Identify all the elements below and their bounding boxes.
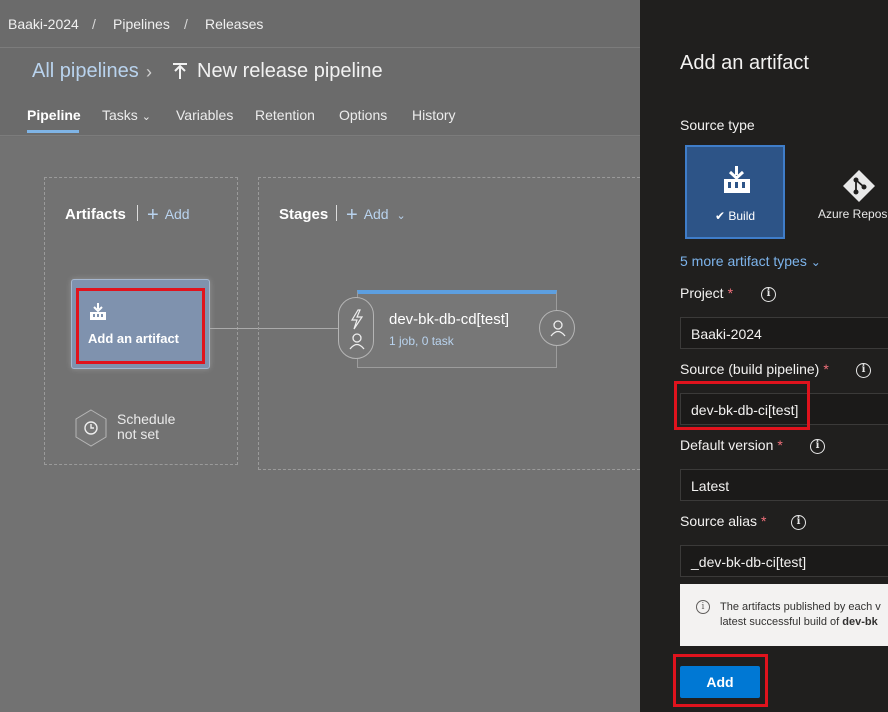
source-label: Source (build pipeline) * xyxy=(680,361,829,377)
breadcrumb-pipelines[interactable]: Pipelines xyxy=(113,16,170,32)
artifacts-title: Artifacts xyxy=(65,206,126,223)
person-icon xyxy=(550,320,566,337)
source-alias-label: Source alias * xyxy=(680,513,767,529)
tab-pipeline[interactable]: Pipeline xyxy=(27,107,81,123)
add-artifact-link[interactable]: + Add xyxy=(147,202,190,226)
info-line-bold: dev-bk xyxy=(842,616,878,628)
info-line: latest successful build of dev-bk xyxy=(720,615,881,630)
source-type-label: Source type xyxy=(680,117,755,133)
project-label: Project * xyxy=(680,285,733,301)
plus-icon: + xyxy=(147,204,159,226)
post-deployment-conditions[interactable] xyxy=(539,310,575,346)
all-pipelines-link[interactable]: All pipelines xyxy=(32,60,139,83)
source-type-azure-repos[interactable]: Azure Repos xyxy=(810,145,888,239)
tab-variables[interactable]: Variables xyxy=(176,107,233,123)
info-icon[interactable]: i xyxy=(761,287,776,302)
azure-repos-label: Azure Repos xyxy=(818,207,888,221)
info-icon[interactable]: i xyxy=(791,515,806,530)
chevron-down-icon: ⌄ xyxy=(810,255,821,269)
breadcrumb-separator: / xyxy=(184,16,188,32)
info-icon: i xyxy=(696,600,710,614)
top-bar: Baaki-2024 / Pipelines / Releases xyxy=(0,0,640,48)
pre-deployment-conditions[interactable] xyxy=(338,297,374,359)
add-stage-link-label: Add xyxy=(363,206,389,222)
build-label-text: Build xyxy=(728,209,756,223)
info-line-prefix: latest successful build of xyxy=(720,616,843,628)
info-icon[interactable]: i xyxy=(810,439,825,454)
tab-tasks[interactable]: Tasks ⌄ xyxy=(102,107,151,123)
source-label-text: Source (build pipeline) xyxy=(680,361,820,377)
chevron-right-icon: › xyxy=(146,62,152,82)
add-artifact-link-label: Add xyxy=(164,206,190,222)
stage-card[interactable] xyxy=(357,290,557,368)
default-version-field[interactable]: Latest xyxy=(680,469,888,501)
tab-history[interactable]: History xyxy=(412,107,456,123)
tab-options[interactable]: Options xyxy=(339,107,387,123)
highlight-box xyxy=(673,654,768,707)
schedule-trigger-icon[interactable] xyxy=(74,409,108,447)
build-icon xyxy=(724,166,750,193)
source-type-build-label: ✔ Build xyxy=(687,209,783,223)
chevron-down-icon: ⌄ xyxy=(396,210,406,222)
info-message-text: The artifacts published by each v latest… xyxy=(720,600,881,630)
add-stage-link[interactable]: + Add ⌄ xyxy=(346,202,406,226)
default-version-label: Default version * xyxy=(680,437,783,453)
stages-title: Stages xyxy=(279,206,329,223)
required-marker: * xyxy=(777,437,783,453)
highlight-box xyxy=(674,381,810,430)
info-icon[interactable]: i xyxy=(856,363,871,378)
add-artifact-panel: Add an artifact Source type ✔ Build Azur… xyxy=(640,0,888,712)
page-title: New release pipeline xyxy=(197,60,383,82)
plus-icon: + xyxy=(346,204,358,226)
stage-job-summary[interactable]: 1 job, 0 task xyxy=(389,334,454,348)
breadcrumb-separator: / xyxy=(92,16,96,32)
source-alias-field[interactable]: _dev-bk-db-ci[test] xyxy=(680,545,888,577)
page-header: All pipelines › New release pipeline Pip… xyxy=(0,48,640,136)
chevron-down-icon: ⌄ xyxy=(141,111,151,123)
tab-tasks-label: Tasks xyxy=(102,107,138,123)
default-version-label-text: Default version xyxy=(680,437,774,453)
schedule-line: Schedule xyxy=(117,411,176,427)
schedule-status: Schedule not set xyxy=(117,412,175,442)
artifact-info-message: i The artifacts published by each v late… xyxy=(680,584,888,646)
checkmark-icon: ✔ xyxy=(714,209,726,223)
highlight-box xyxy=(76,288,205,364)
breadcrumb-project[interactable]: Baaki-2024 xyxy=(8,16,79,32)
stage-name[interactable]: dev-bk-db-cd[test] xyxy=(389,311,509,328)
more-types-text: 5 more artifact types xyxy=(680,253,807,269)
divider xyxy=(336,205,337,221)
required-marker: * xyxy=(727,285,734,301)
breadcrumb-releases[interactable]: Releases xyxy=(205,16,263,32)
tab-retention[interactable]: Retention xyxy=(255,107,315,123)
panel-title: Add an artifact xyxy=(680,52,809,74)
source-type-build[interactable]: ✔ Build xyxy=(685,145,785,239)
lightning-icon xyxy=(349,309,365,350)
release-pipeline-icon xyxy=(173,63,187,79)
schedule-line: not set xyxy=(117,426,160,442)
required-marker: * xyxy=(761,513,767,529)
alias-label-text: Source alias xyxy=(680,513,758,529)
info-line: The artifacts published by each v xyxy=(720,601,881,613)
divider xyxy=(137,205,138,221)
required-marker: * xyxy=(823,361,829,377)
active-tab-indicator xyxy=(27,130,79,133)
more-artifact-types-link[interactable]: 5 more artifact types ⌄ xyxy=(680,253,821,269)
git-icon xyxy=(843,170,875,202)
project-field[interactable]: Baaki-2024 xyxy=(680,317,888,349)
project-label-text: Project xyxy=(680,285,724,301)
